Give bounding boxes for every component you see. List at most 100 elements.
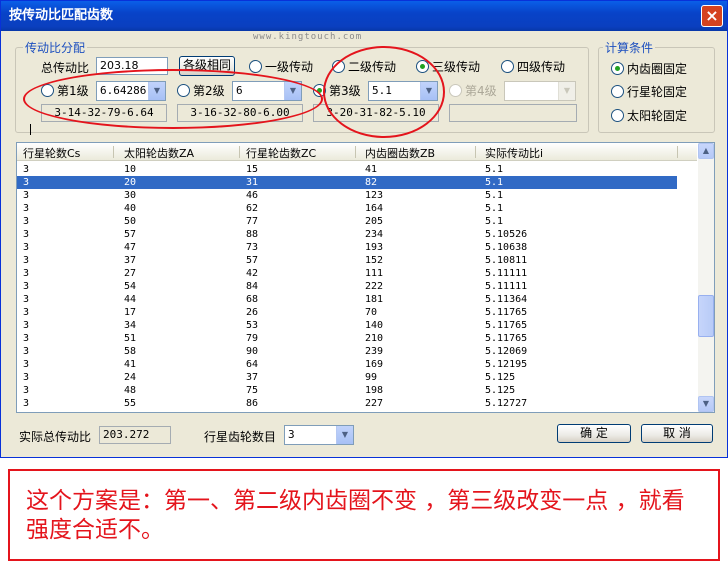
table-cell: 54 — [124, 281, 137, 292]
fixed-ring-radio[interactable]: 内齿圈固定 — [611, 62, 687, 76]
planet-count-select[interactable]: 3 ▼ — [284, 425, 354, 445]
radio-label: 第4级 — [465, 84, 497, 98]
table-cell: 3 — [23, 255, 30, 266]
table-cell: 5.11765 — [485, 307, 528, 318]
column-divider[interactable] — [355, 146, 356, 158]
table-row[interactable]: 3 58 90 239 5.12069 — [17, 345, 677, 358]
calc-condition-title: 计算条件 — [603, 39, 656, 56]
radio-circle — [611, 85, 624, 98]
table-cell: 99 — [365, 372, 378, 383]
scroll-thumb[interactable] — [698, 295, 714, 337]
table-cell: 3 — [23, 346, 30, 357]
table-cell: 5.10526 — [485, 229, 528, 240]
column-divider[interactable] — [677, 146, 678, 158]
table-row[interactable]: 3 50 77 205 5.1 — [17, 215, 677, 228]
ratio-group-title: 传动比分配 — [23, 39, 88, 56]
table-cell: 51 — [124, 333, 137, 344]
close-button[interactable]: × — [701, 5, 723, 27]
table-row[interactable]: 3 10 15 41 5.1 — [17, 163, 677, 176]
table-cell: 181 — [365, 294, 384, 305]
table-cell: 5.11364 — [485, 294, 528, 305]
table-row[interactable]: 3 44 68 181 5.11364 — [17, 293, 677, 306]
table-cell: 30 — [124, 190, 137, 201]
table-cell: 75 — [246, 385, 259, 396]
stage-type-4-radio[interactable]: 四级传动 — [501, 60, 565, 74]
table-cell: 3 — [23, 216, 30, 227]
fixed-planet-radio[interactable]: 行星轮固定 — [611, 85, 687, 99]
table-row[interactable]: 3 24 37 99 5.125 — [17, 371, 677, 384]
column-divider[interactable] — [475, 146, 476, 158]
table-cell: 82 — [365, 177, 378, 188]
column-header[interactable]: 内齿圈齿数ZB — [365, 145, 435, 161]
table-cell: 62 — [246, 203, 259, 214]
table-cell: 227 — [365, 398, 384, 409]
planet-count-label: 行星齿轮数目 — [204, 430, 277, 444]
table-cell: 53 — [246, 320, 259, 331]
table-row[interactable]: 3 30 46 123 5.1 — [17, 189, 677, 202]
table-cell: 5.11765 — [485, 333, 528, 344]
column-divider[interactable] — [239, 146, 240, 158]
column-header[interactable]: 实际传动比i — [485, 145, 543, 161]
table-cell: 5.12069 — [485, 346, 528, 357]
table-cell: 3 — [23, 359, 30, 370]
radio-circle — [611, 62, 624, 75]
table-cell: 234 — [365, 229, 384, 240]
vertical-scrollbar[interactable]: ▲ ▼ — [698, 143, 714, 412]
table-cell: 48 — [124, 385, 137, 396]
table-cell: 3 — [23, 268, 30, 279]
column-header[interactable]: 行星轮数Cs — [23, 145, 80, 161]
column-header[interactable]: 太阳轮齿数ZA — [124, 145, 194, 161]
title-bar: 按传动比匹配齿数 — [1, 1, 727, 31]
table-cell: 73 — [246, 242, 259, 253]
stage-type-1-radio[interactable]: 一级传动 — [249, 60, 313, 74]
table-cell: 57 — [124, 229, 137, 240]
scroll-down-icon[interactable]: ▼ — [698, 396, 714, 412]
table-row[interactable]: 3 40 62 164 5.1 — [17, 202, 677, 215]
ok-button[interactable]: 确 定 — [557, 424, 631, 443]
table-cell: 123 — [365, 190, 384, 201]
table-row[interactable]: 3 37 57 152 5.10811 — [17, 254, 677, 267]
table-row[interactable]: 3 55 86 227 5.12727 — [17, 397, 677, 410]
table-row[interactable]: 3 34 53 140 5.11765 — [17, 319, 677, 332]
column-header[interactable]: 行星轮齿数ZC — [246, 145, 316, 161]
stage-4-radio: 第4级 — [449, 84, 497, 98]
table-cell: 15 — [246, 164, 259, 175]
table-row[interactable]: 3 54 84 222 5.11111 — [17, 280, 677, 293]
table-cell: 86 — [246, 398, 259, 409]
table-cell: 5.12195 — [485, 359, 528, 370]
table-cell: 5.1 — [485, 203, 504, 214]
table-row[interactable]: 3 47 73 193 5.10638 — [17, 241, 677, 254]
table-cell: 24 — [124, 372, 137, 383]
chevron-down-icon[interactable]: ▼ — [336, 426, 353, 444]
table-row[interactable]: 3 51 79 210 5.11765 — [17, 332, 677, 345]
column-divider[interactable] — [113, 146, 114, 158]
table-cell: 27 — [124, 268, 137, 279]
total-ratio-label: 总传动比 — [41, 61, 90, 75]
table-cell: 37 — [124, 255, 137, 266]
table-cell: 46 — [246, 190, 259, 201]
table-cell: 239 — [365, 346, 384, 357]
cancel-button[interactable]: 取 消 — [641, 424, 713, 443]
table-cell: 3 — [23, 398, 30, 409]
table-row[interactable]: 3 41 64 169 5.12195 — [17, 358, 677, 371]
table-cell: 3 — [23, 281, 30, 292]
table-row[interactable]: 3 48 75 198 5.125 — [17, 384, 677, 397]
table-cell: 3 — [23, 190, 30, 201]
radio-label: 太阳轮固定 — [627, 109, 688, 123]
annotation-box: 这个方案是：第一、第二级内齿圈不变 ，第三级改变一点 ，就看强度合适不。 — [8, 469, 720, 561]
table-cell: 5.11765 — [485, 320, 528, 331]
scroll-up-icon[interactable]: ▲ — [698, 143, 714, 159]
table-cell: 5.1 — [485, 190, 504, 201]
table-cell: 205 — [365, 216, 384, 227]
table-row[interactable]: 3 20 31 82 5.1 — [17, 176, 677, 189]
table-row[interactable]: 3 57 88 234 5.10526 — [17, 228, 677, 241]
table-cell: 193 — [365, 242, 384, 253]
results-table[interactable]: 行星轮数Cs 太阳轮齿数ZA 行星轮齿数ZC 内齿圈齿数ZB 实际传动比i 31… — [16, 142, 715, 413]
table-row[interactable]: 3 17 26 70 5.11765 — [17, 306, 677, 319]
table-row[interactable]: 3 27 42 111 5.11111 — [17, 267, 677, 280]
table-cell: 5.12727 — [485, 398, 528, 409]
highlight-circle — [23, 69, 323, 129]
radio-label: 内齿圈固定 — [627, 62, 688, 76]
table-cell: 88 — [246, 229, 259, 240]
fixed-sun-radio[interactable]: 太阳轮固定 — [611, 109, 687, 123]
